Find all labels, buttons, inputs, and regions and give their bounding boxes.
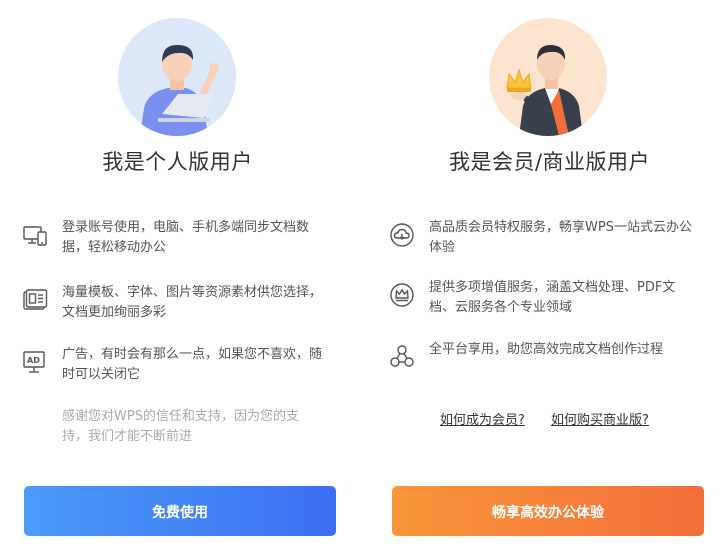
personal-feature-text: 广告，有时会有那么一点，如果您不喜欢，随时可以关闭它 <box>62 347 323 382</box>
personal-user-laptop-icon <box>118 18 236 136</box>
member-feature-platform: 全平台享用，助您高效完成文档创作过程 <box>389 340 699 370</box>
efficient-office-button[interactable]: 畅享高效办公体验 <box>392 486 704 536</box>
member-feature-cloud: 高品质会员特权服务，畅享WPS一站式云办公体验 <box>389 218 699 258</box>
svg-text:AD: AD <box>27 356 40 365</box>
personal-feature-text: 登录账号使用，电脑、手机多端同步文档数据，轻松移动办公 <box>62 220 310 255</box>
member-column: 我是会员/商业版用户 高品质会员特权服务，畅享WPS一站式云办公体验 提供多项增… <box>361 0 722 554</box>
personal-column: 我是个人版用户 登录账号使用，电脑、手机多端同步文档数据，轻松移动办公 海量模板… <box>0 0 361 554</box>
personal-feature-ads: AD 广告，有时会有那么一点，如果您不喜欢，随时可以关闭它 <box>22 345 322 385</box>
member-feature-text: 高品质会员特权服务，畅享WPS一站式云办公体验 <box>429 220 692 255</box>
free-use-button[interactable]: 免费使用 <box>24 486 336 536</box>
personal-feature-text: 海量模板、字体、图片等资源素材供您选择，文档更加绚丽多彩 <box>62 285 323 320</box>
ad-icon: AD <box>22 349 48 375</box>
personal-feature-sync: 登录账号使用，电脑、手机多端同步文档数据，轻松移动办公 <box>22 218 322 258</box>
member-heading: 我是会员/商业版用户 <box>448 150 651 174</box>
templates-icon <box>22 287 48 313</box>
member-feature-text: 提供多项增值服务，涵盖文档处理、PDF文档、云服务各个专业领域 <box>429 280 676 315</box>
help-links: 如何成为会员? 如何购买商业版? <box>440 409 671 428</box>
personal-heading: 我是个人版用户 <box>102 150 253 174</box>
business-user-crown-icon <box>489 18 607 136</box>
account-type-chooser: 我是个人版用户 登录账号使用，电脑、手机多端同步文档数据，轻松移动办公 海量模板… <box>0 0 722 554</box>
buy-business-link[interactable]: 如何购买商业版? <box>551 413 649 428</box>
personal-feature-templates: 海量模板、字体、图片等资源素材供您选择，文档更加绚丽多彩 <box>22 283 322 323</box>
become-member-link[interactable]: 如何成为会员? <box>440 413 525 428</box>
member-feature-services: 提供多项增值服务，涵盖文档处理、PDF文档、云服务各个专业领域 <box>389 278 699 318</box>
platform-share-icon <box>389 344 415 370</box>
member-feature-text: 全平台享用，助您高效完成文档创作过程 <box>429 342 664 357</box>
cloud-service-icon <box>389 222 415 248</box>
devices-sync-icon <box>22 222 48 248</box>
thanks-message: 感谢您对WPS的信任和支持，因为您的支持，我们才能不断前进 <box>62 409 299 444</box>
crown-badge-icon <box>389 282 415 308</box>
